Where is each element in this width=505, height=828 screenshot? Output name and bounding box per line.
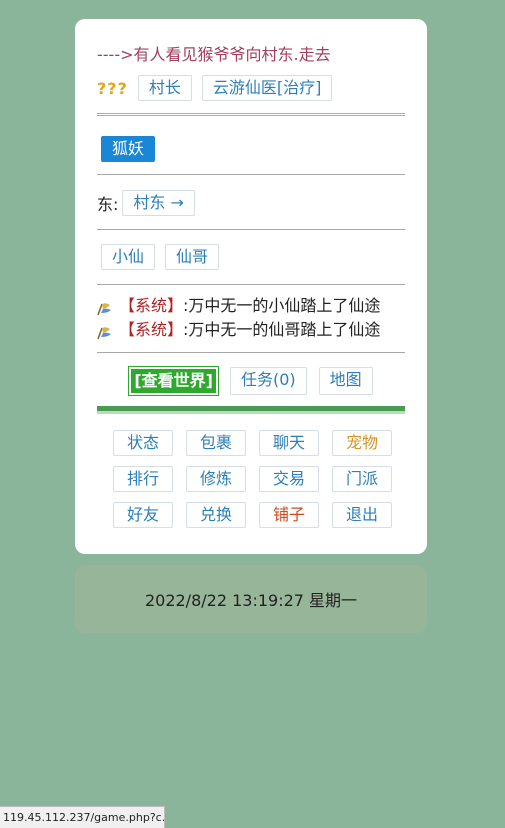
- menu-ranking-button[interactable]: 排行: [113, 466, 173, 492]
- message-text: :万中无一的仙哥踏上了仙途: [183, 320, 381, 339]
- menu-shop-button[interactable]: 铺子: [259, 502, 319, 528]
- menu-logout-button[interactable]: 退出: [332, 502, 392, 528]
- datetime-text: 2022/8/22 13:19:27 星期一: [144, 591, 358, 610]
- system-tag: 【系统】: [119, 296, 184, 315]
- flag-icon: [97, 299, 113, 316]
- divider: [97, 174, 405, 175]
- menu-trade-button[interactable]: 交易: [259, 466, 319, 492]
- menu-chat-button[interactable]: 聊天: [259, 430, 319, 456]
- menu-status-button[interactable]: 状态: [113, 430, 173, 456]
- game-panel: ---->有人看见猴爷爷向村东.走去 ??? 村长 云游仙医[治疗] 狐妖 东:…: [75, 19, 427, 554]
- divider: [97, 229, 405, 230]
- center-links: [查看世界] 任务(0) 地图: [75, 367, 427, 395]
- status-bar-url: 119.45.112.237/game.php?c...: [0, 806, 165, 828]
- tasks-button[interactable]: 任务(0): [229, 367, 307, 395]
- direction-label: 东:: [97, 195, 119, 214]
- divider: [97, 115, 405, 116]
- direction-row: 东: 村东 →: [97, 190, 195, 216]
- player-button[interactable]: 仙哥: [165, 244, 220, 270]
- unknown-npc-label: ???: [97, 78, 128, 98]
- menu-sect-button[interactable]: 门派: [332, 466, 392, 492]
- player-button[interactable]: 小仙: [101, 244, 156, 270]
- menu-cultivation-button[interactable]: 修炼: [186, 466, 246, 492]
- view-world-button[interactable]: [查看世界]: [129, 367, 218, 395]
- flag-icon: [97, 323, 113, 340]
- message-text: :万中无一的小仙踏上了仙途: [183, 296, 381, 315]
- menu-pet-button[interactable]: 宠物: [332, 430, 392, 456]
- menu-exchange-button[interactable]: 兑换: [186, 502, 246, 528]
- exit-east-button[interactable]: 村东 →: [122, 190, 195, 216]
- menu-friends-button[interactable]: 好友: [113, 502, 173, 528]
- arrow-right-icon: →: [170, 193, 184, 212]
- divider: [97, 113, 405, 114]
- exit-east-label: 村东: [133, 193, 166, 212]
- section-divider-bar: [97, 406, 405, 414]
- announcement-text: ---->有人看见猴爷爷向村东.走去: [97, 45, 331, 64]
- message-item: 【系统】:万中无一的仙哥踏上了仙途: [97, 318, 380, 342]
- main-menu: 状态 包裹 聊天 宠物排行 修炼 交易 门派好友 兑换 铺子 退出: [113, 430, 392, 528]
- divider: [97, 352, 405, 353]
- system-tag: 【系统】: [119, 320, 184, 339]
- map-button[interactable]: 地图: [318, 367, 373, 395]
- message-item: 【系统】:万中无一的小仙踏上了仙途: [97, 294, 380, 318]
- menu-inventory-button[interactable]: 包裹: [186, 430, 246, 456]
- npc-row: ??? 村长 云游仙医[治疗]: [97, 75, 342, 101]
- npc-healer-button[interactable]: 云游仙医[治疗]: [201, 75, 333, 101]
- monster-fox-button[interactable]: 狐妖: [101, 136, 156, 162]
- npc-village-chief-button[interactable]: 村长: [137, 75, 192, 101]
- datetime-panel: 2022/8/22 13:19:27 星期一: [75, 565, 427, 633]
- divider: [97, 284, 405, 285]
- players-row: 小仙 仙哥: [101, 244, 229, 270]
- message-log: 【系统】:万中无一的小仙踏上了仙途 【系统】:万中无一的仙哥踏上了仙途: [97, 294, 380, 342]
